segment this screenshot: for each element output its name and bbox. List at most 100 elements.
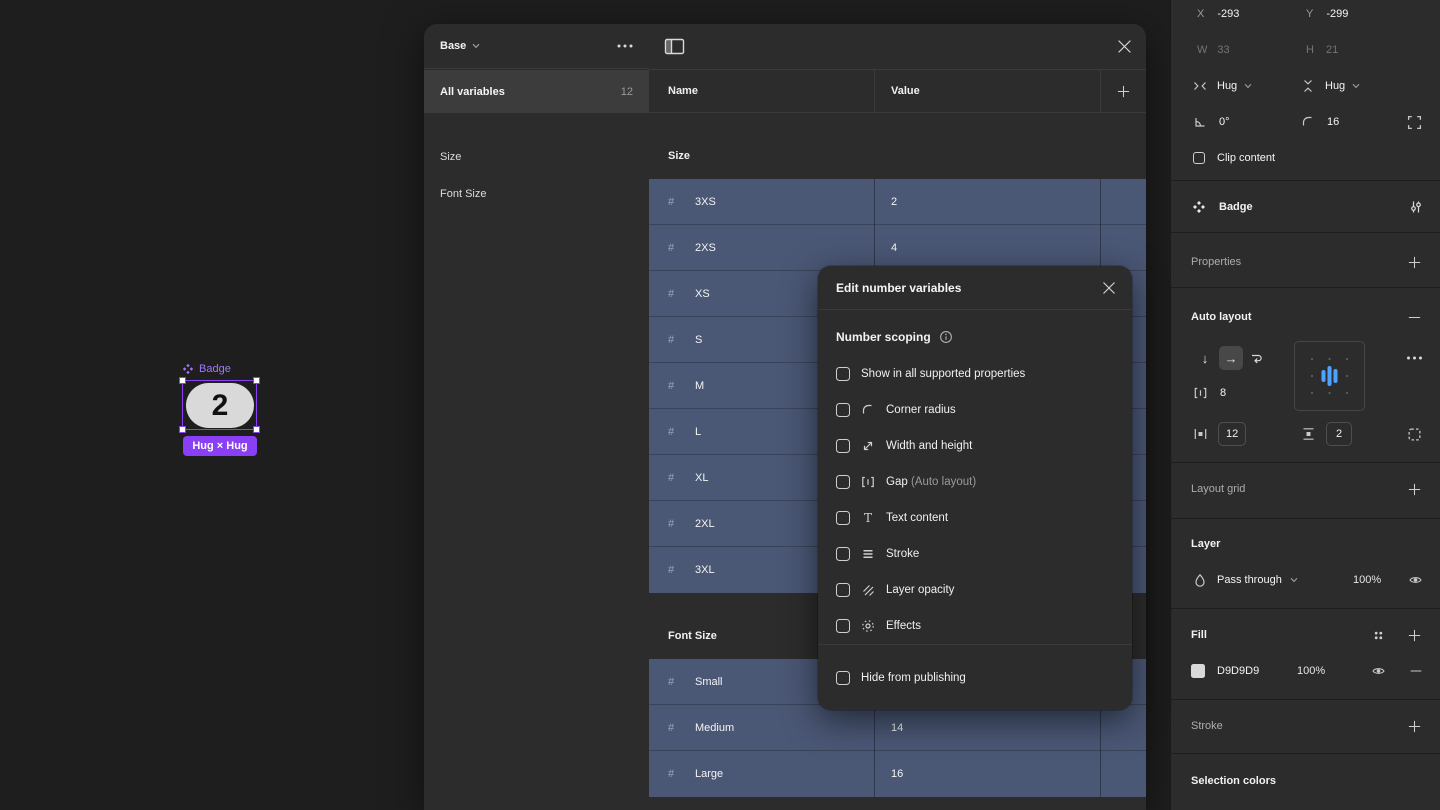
layer-opacity-value[interactable]: 100% [1353, 574, 1381, 586]
variable-name-cell[interactable]: #Large [649, 751, 875, 797]
variable-value-cell[interactable]: 2 [875, 179, 1101, 225]
hide-from-publishing-checkbox[interactable] [836, 671, 850, 685]
close-dialog-icon[interactable] [1102, 281, 1116, 295]
scope-option-checkbox[interactable] [836, 619, 850, 633]
x-value[interactable]: -293 [1217, 8, 1239, 20]
canvas-component-label[interactable]: Badge [182, 363, 231, 375]
layout-grid-label: Layout grid [1191, 483, 1245, 495]
fill-visibility-button[interactable] [1371, 657, 1386, 685]
variable-value-cell[interactable]: 4 [875, 225, 1101, 271]
auto-layout-section-header: Auto layout [1191, 303, 1252, 331]
x-position-field[interactable]: X -293 [1197, 0, 1239, 28]
scope-option-checkbox[interactable] [836, 439, 850, 453]
sidebar-group-item[interactable]: Font Size [424, 175, 649, 212]
corner-radius-icon [860, 403, 876, 417]
scope-option-checkbox[interactable] [836, 475, 850, 489]
info-icon[interactable] [939, 330, 953, 344]
close-modal-icon[interactable] [1117, 39, 1132, 54]
vertical-padding-field[interactable]: 2 [1301, 420, 1352, 448]
resize-handle-bottom-left[interactable] [179, 426, 186, 433]
vertical-sizing-dropdown[interactable]: Hug [1301, 72, 1360, 100]
scope-option-checkbox[interactable] [836, 583, 850, 597]
add-variable-button[interactable] [1101, 70, 1146, 112]
y-position-field[interactable]: Y -299 [1306, 0, 1348, 28]
name-column-header[interactable]: Name [649, 70, 875, 112]
fill-opacity-field[interactable]: 100% [1297, 657, 1325, 685]
scope-option[interactable]: Gap (Auto layout) [836, 464, 1114, 500]
toggle-sidebar-icon[interactable] [664, 37, 685, 56]
variable-value-cell[interactable]: 14 [875, 705, 1101, 751]
corner-radius-value[interactable]: 16 [1327, 116, 1339, 128]
component-settings-button[interactable] [1409, 193, 1423, 221]
fill-styles-button[interactable] [1372, 621, 1385, 649]
remove-fill-button[interactable] [1409, 657, 1423, 685]
horizontal-padding-value[interactable]: 12 [1218, 422, 1246, 446]
independent-corners-button[interactable] [1407, 108, 1422, 136]
add-layout-grid-button[interactable] [1407, 475, 1422, 503]
hide-from-publishing-option[interactable]: Hide from publishing [818, 644, 1132, 710]
scope-option-checkbox[interactable] [836, 547, 850, 561]
component-row[interactable]: Badge [1192, 193, 1253, 221]
variable-value-cell[interactable]: 16 [875, 751, 1101, 797]
collection-name[interactable]: Base [440, 40, 466, 52]
layer-opacity-field[interactable]: 100% [1353, 566, 1381, 594]
alignment-widget[interactable] [1294, 341, 1365, 411]
clip-content-checkbox[interactable] [1193, 152, 1205, 164]
direction-wrap-button[interactable] [1245, 346, 1269, 370]
add-stroke-button[interactable] [1407, 712, 1422, 740]
value-column-header[interactable]: Value [875, 70, 1101, 112]
scope-option[interactable]: Stroke [836, 536, 1114, 572]
clip-content-option[interactable]: Clip content [1193, 144, 1275, 172]
direction-vertical-button[interactable]: ↓ [1193, 346, 1217, 370]
fill-opacity-value[interactable]: 100% [1297, 665, 1325, 677]
horizontal-sizing-dropdown[interactable]: Hug [1193, 72, 1252, 100]
independent-padding-button[interactable] [1407, 420, 1422, 448]
variable-name-cell[interactable]: #Medium [649, 705, 875, 751]
scope-option[interactable]: Width and height [836, 428, 1114, 464]
fill-color-row[interactable]: D9D9D9 [1191, 657, 1259, 685]
blend-mode-dropdown[interactable]: Pass through [1193, 566, 1298, 594]
variable-row[interactable]: #Large16 [649, 750, 1146, 797]
sidebar-item-all-variables[interactable]: All variables 12 [424, 70, 649, 113]
scope-option[interactable]: Effects [836, 608, 1114, 644]
rotation-field[interactable]: 0° [1193, 108, 1230, 136]
variable-name-cell[interactable]: #2XS [649, 225, 875, 271]
collection-menu-icon[interactable] [617, 44, 633, 48]
scope-option[interactable]: TText content [836, 500, 1114, 536]
auto-layout-more-options[interactable] [1406, 344, 1423, 372]
height-field[interactable]: H 21 [1306, 36, 1338, 64]
fill-swatch[interactable] [1191, 664, 1205, 678]
gap-field[interactable]: 8 [1193, 379, 1226, 407]
variable-row[interactable]: #Medium14 [649, 704, 1146, 751]
gap-value[interactable]: 8 [1220, 387, 1226, 399]
scope-option[interactable]: Corner radius [836, 392, 1114, 428]
scope-option-checkbox[interactable] [836, 403, 850, 417]
rotation-angle-icon [1193, 115, 1207, 129]
direction-horizontal-button[interactable]: → [1219, 346, 1243, 370]
scope-option[interactable]: Layer opacity [836, 572, 1114, 608]
scope-option[interactable]: Show in all supported properties [836, 356, 1114, 392]
remove-auto-layout-button[interactable] [1407, 303, 1422, 331]
scope-option-checkbox[interactable] [836, 511, 850, 525]
add-property-button[interactable] [1407, 248, 1422, 276]
scope-option-checkbox[interactable] [836, 367, 850, 381]
layer-visibility-button[interactable] [1408, 566, 1423, 594]
chevron-down-icon[interactable] [472, 43, 480, 49]
selection-bounds[interactable] [182, 380, 257, 430]
variable-name-cell[interactable]: #3XS [649, 179, 875, 225]
resize-handle-bottom-right[interactable] [253, 426, 260, 433]
clip-content-label: Clip content [1217, 152, 1275, 164]
variable-row[interactable]: #3XS2 [649, 179, 1146, 225]
fill-hex-value[interactable]: D9D9D9 [1217, 665, 1259, 677]
y-value[interactable]: -299 [1326, 8, 1348, 20]
sidebar-group-item[interactable]: Size [424, 138, 649, 175]
vertical-padding-value[interactable]: 2 [1326, 422, 1352, 446]
horizontal-padding-field[interactable]: 12 [1193, 420, 1246, 448]
resize-handle-top-right[interactable] [253, 377, 260, 384]
rotation-value[interactable]: 0° [1219, 116, 1230, 128]
resize-handle-top-left[interactable] [179, 377, 186, 384]
corner-radius-field[interactable]: 16 [1301, 108, 1339, 136]
add-fill-button[interactable] [1407, 621, 1422, 649]
width-field[interactable]: W 33 [1197, 36, 1230, 64]
variable-row[interactable]: #2XS4 [649, 224, 1146, 271]
